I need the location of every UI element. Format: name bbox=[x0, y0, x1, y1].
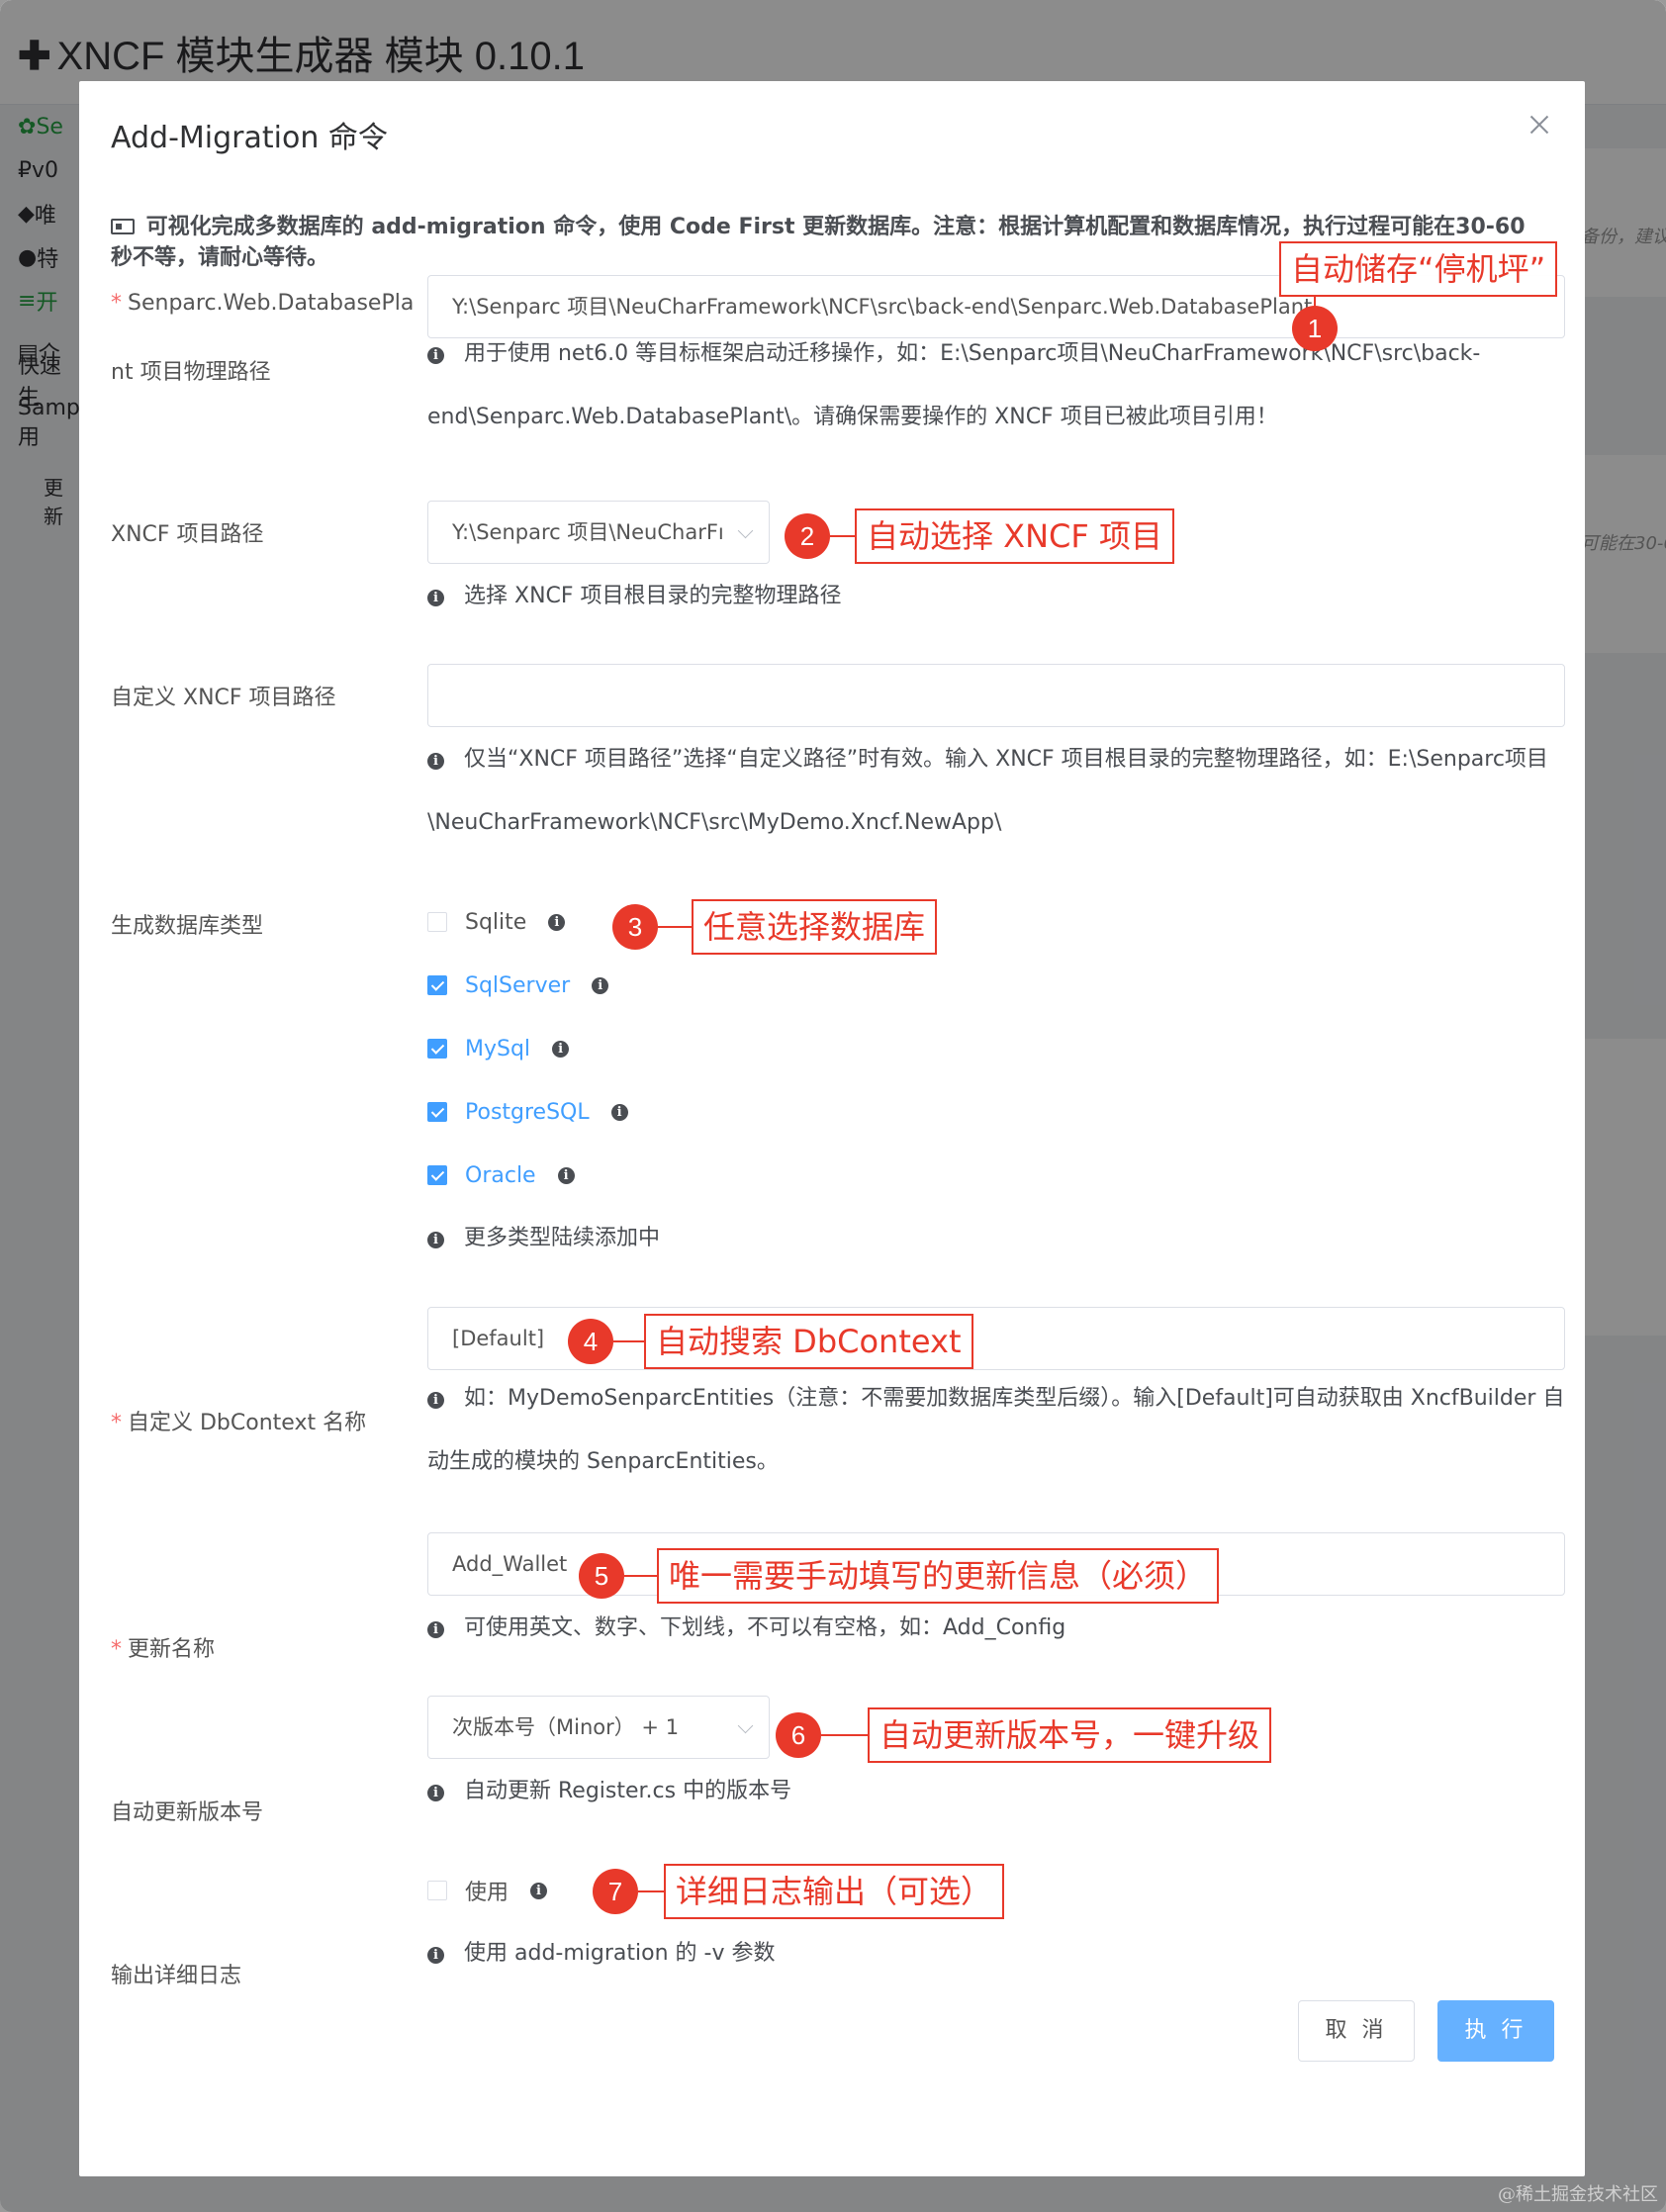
dbcontext-help: i 如：MyDemoSenparcEntities（注意：不需要加数据库类型后缀）… bbox=[427, 1386, 1565, 1474]
checkbox-label: Oracle bbox=[465, 1162, 536, 1188]
annotation-connector bbox=[638, 1890, 665, 1892]
annotation-marker-7: 7 bbox=[593, 1869, 638, 1914]
annotation-connector bbox=[624, 1575, 658, 1577]
info-icon: i bbox=[427, 1947, 444, 1964]
info-icon[interactable]: i bbox=[610, 1103, 628, 1121]
checkbox[interactable] bbox=[427, 1102, 447, 1122]
info-icon: i bbox=[427, 1232, 444, 1248]
annotation-label-2: 自动选择 XNCF 项目 bbox=[855, 508, 1174, 564]
update-name-help: i 可使用英文、数字、下划线，不可以有空格，如：Add_Config bbox=[427, 1597, 1565, 1660]
info-icon: i bbox=[427, 590, 444, 606]
annotation-label-6: 自动更新版本号，一键升级 bbox=[868, 1707, 1272, 1763]
custom-path-input[interactable] bbox=[427, 664, 1565, 727]
info-icon[interactable]: i bbox=[530, 1882, 548, 1899]
cancel-button[interactable]: 取 消 bbox=[1298, 2000, 1415, 2062]
verbose-log-label: 输出详细日志 bbox=[111, 1964, 242, 1988]
info-icon: i bbox=[427, 753, 444, 770]
info-icon[interactable]: i bbox=[592, 976, 609, 994]
close-icon[interactable] bbox=[1527, 113, 1551, 137]
annotation-label-3: 任意选择数据库 bbox=[692, 899, 938, 955]
checkbox-label: MySql bbox=[465, 1036, 531, 1061]
annotation-label-1: 自动储存“停机坪” bbox=[1279, 241, 1558, 297]
info-icon: i bbox=[427, 347, 444, 364]
dbtype-sqlite[interactable]: Sqlite i bbox=[427, 907, 566, 937]
annotation-connector bbox=[658, 926, 693, 928]
execute-button[interactable]: 执 行 bbox=[1437, 2000, 1554, 2062]
id-card-icon bbox=[111, 219, 135, 234]
version-label: 自动更新版本号 bbox=[111, 1800, 264, 1825]
dbplant-label: * Senparc.Web.DatabasePla bbox=[111, 291, 415, 316]
annotation-label-7: 详细日志输出（可选） bbox=[664, 1864, 1005, 1919]
chevron-down-icon bbox=[737, 1717, 754, 1734]
dbtype-postgresql[interactable]: PostgreSQL i bbox=[427, 1097, 628, 1127]
xncf-path-help: i 选择 XNCF 项目根目录的完整物理路径 bbox=[427, 565, 1565, 628]
info-icon[interactable]: i bbox=[557, 1166, 575, 1184]
watermark: @稀土掘金技术社区 bbox=[1498, 2184, 1658, 2205]
verbose-log-help: i 使用 add-migration 的 -v 参数 bbox=[427, 1922, 1565, 1985]
xncf-path-label: XNCF 项目路径 bbox=[111, 522, 264, 547]
annotation-marker-4: 4 bbox=[568, 1319, 613, 1364]
version-select[interactable]: 次版本号（Minor） + 1 bbox=[427, 1696, 770, 1759]
dbtype-sqlserver[interactable]: SqlServer i bbox=[427, 970, 609, 1000]
info-icon: i bbox=[427, 1392, 444, 1409]
checkbox[interactable] bbox=[427, 1881, 447, 1900]
info-icon: i bbox=[427, 1621, 444, 1638]
checkbox[interactable] bbox=[427, 975, 447, 995]
verbose-log-option[interactable]: 使用 i bbox=[427, 1876, 548, 1905]
checkbox[interactable] bbox=[427, 912, 447, 932]
info-icon: i bbox=[427, 1785, 444, 1801]
annotation-label-5: 唯一需要手动填写的更新信息（必须） bbox=[657, 1548, 1220, 1604]
annotation-marker-2: 2 bbox=[785, 513, 830, 559]
checkbox-label: SqlServer bbox=[465, 972, 571, 998]
info-icon[interactable]: i bbox=[552, 1040, 570, 1058]
xncf-path-select[interactable]: Y:\Senparc 项目\NeuCharFı bbox=[427, 501, 770, 564]
add-migration-dialog: Add-Migration 命令 可视化完成多数据库的 add-migratio… bbox=[79, 81, 1585, 2176]
info-icon[interactable]: i bbox=[548, 913, 566, 931]
annotation-connector bbox=[830, 535, 856, 537]
checkbox[interactable] bbox=[427, 1039, 447, 1059]
annotation-label-4: 自动搜索 DbContext bbox=[644, 1314, 973, 1369]
dbtype-label: 生成数据库类型 bbox=[111, 914, 264, 939]
dbplant-help: i 用于使用 net6.0 等目标框架启动迁移操作，如：E:\Senparc项目\… bbox=[427, 341, 1481, 429]
annotation-marker-6: 6 bbox=[776, 1712, 821, 1758]
annotation-marker-1: 1 bbox=[1292, 306, 1338, 351]
chevron-down-icon bbox=[737, 522, 754, 539]
checkbox-label: 使用 bbox=[465, 1881, 509, 1905]
update-name-label: * 更新名称 bbox=[111, 1637, 216, 1662]
checkbox[interactable] bbox=[427, 1165, 447, 1185]
annotation-connector bbox=[821, 1734, 869, 1736]
dbtype-mysql[interactable]: MySql i bbox=[427, 1034, 570, 1063]
dbcontext-label: * 自定义 DbContext 名称 bbox=[111, 1411, 367, 1435]
dbtype-oracle[interactable]: Oracle i bbox=[427, 1160, 575, 1190]
checkbox-label: PostgreSQL bbox=[465, 1099, 590, 1125]
checkbox-label: Sqlite bbox=[465, 909, 527, 935]
dbtype-help: i 更多类型陆续添加中 bbox=[427, 1207, 1565, 1270]
custom-path-help: i 仅当“XNCF 项目路径”选择“自定义路径”时有效。输入 XNCF 项目根目录… bbox=[427, 747, 1548, 835]
dialog-title: Add-Migration 命令 bbox=[111, 121, 388, 155]
annotation-marker-5: 5 bbox=[579, 1553, 624, 1599]
version-help: i 自动更新 Register.cs 中的版本号 bbox=[427, 1760, 1565, 1823]
dbplant-label-cont: nt 项目物理路径 bbox=[111, 360, 271, 385]
custom-path-label: 自定义 XNCF 项目路径 bbox=[111, 686, 336, 710]
annotation-connector bbox=[613, 1340, 645, 1342]
annotation-marker-3: 3 bbox=[612, 904, 658, 950]
